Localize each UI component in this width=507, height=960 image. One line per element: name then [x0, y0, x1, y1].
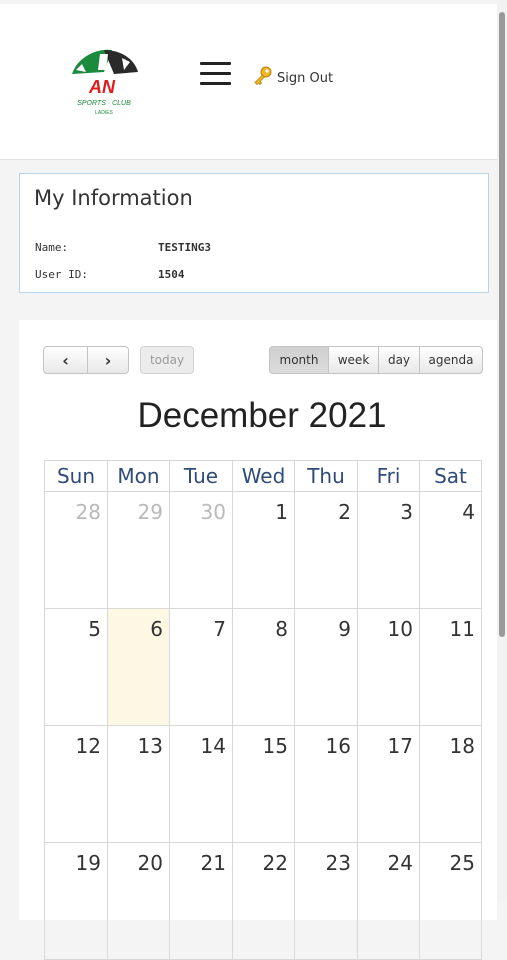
- day-number: 4: [462, 500, 475, 524]
- sign-out-label: Sign Out: [277, 71, 334, 86]
- my-information-panel: My Information Name: TESTING3 User ID: 1…: [19, 173, 489, 293]
- chevron-right-icon: ›: [104, 350, 112, 370]
- day-number: 11: [449, 617, 475, 641]
- name-value: TESTING3: [158, 241, 211, 254]
- day-cell[interactable]: 3: [357, 492, 419, 609]
- day-number: 7: [213, 617, 226, 641]
- day-cell-today[interactable]: 6: [107, 609, 169, 726]
- day-cell[interactable]: 24: [357, 843, 419, 960]
- day-cell[interactable]: 25: [419, 843, 482, 960]
- day-number: 13: [137, 734, 163, 758]
- day-cell[interactable]: 12: [44, 726, 107, 843]
- day-number: 3: [400, 500, 413, 524]
- dow-sun: Sun: [44, 460, 107, 492]
- chevron-left-icon: ‹: [62, 350, 69, 370]
- week-row: 28 29 30 1 2 3 4: [44, 492, 483, 609]
- day-number: 22: [262, 851, 288, 875]
- day-number: 18: [449, 734, 475, 758]
- logo-caption: LADIES: [95, 110, 113, 116]
- day-number: 20: [137, 851, 163, 875]
- day-number: 14: [200, 734, 226, 758]
- day-cell[interactable]: 14: [169, 726, 232, 843]
- scrollbar[interactable]: [497, 0, 507, 900]
- day-cell[interactable]: 1: [232, 492, 294, 609]
- panel-title: My Information: [34, 186, 193, 210]
- day-cell[interactable]: 5: [44, 609, 107, 726]
- day-cell[interactable]: 13: [107, 726, 169, 843]
- club-logo[interactable]: AN SPORTS · CLUB LADIES: [64, 44, 144, 118]
- day-number: 6: [150, 617, 163, 641]
- day-number: 30: [200, 500, 226, 524]
- day-cell[interactable]: 9: [294, 609, 357, 726]
- day-cell[interactable]: 4: [419, 492, 482, 609]
- dow-thu: Thu: [294, 460, 357, 492]
- day-cell[interactable]: 28: [44, 492, 107, 609]
- day-number: 8: [275, 617, 288, 641]
- name-label: Name:: [35, 241, 69, 254]
- menu-hamburger-icon[interactable]: [200, 62, 232, 86]
- calendar-grid: Sun Mon Tue Wed Thu Fri Sat 28 29 30 1 2…: [44, 460, 483, 960]
- view-day-button[interactable]: day: [378, 346, 420, 374]
- week-row: 5 6 7 8 9 10 11: [44, 609, 483, 726]
- user-id-value: 1504: [158, 268, 185, 281]
- view-week-button[interactable]: week: [328, 346, 379, 374]
- day-number: 17: [387, 734, 413, 758]
- week-row: 19 20 21 22 23 24 25: [44, 843, 483, 960]
- day-cell[interactable]: 10: [357, 609, 419, 726]
- day-cell[interactable]: 20: [107, 843, 169, 960]
- day-number: 21: [200, 851, 226, 875]
- day-number: 16: [325, 734, 351, 758]
- day-number: 25: [449, 851, 475, 875]
- day-number: 15: [262, 734, 288, 758]
- day-cell[interactable]: 17: [357, 726, 419, 843]
- day-number: 2: [338, 500, 351, 524]
- day-number: 10: [387, 617, 413, 641]
- day-of-week-header: Sun Mon Tue Wed Thu Fri Sat: [44, 460, 483, 492]
- header: AN SPORTS · CLUB LADIES Sign Out: [0, 4, 497, 160]
- day-cell[interactable]: 2: [294, 492, 357, 609]
- key-icon: [254, 66, 272, 86]
- sign-out-link[interactable]: Sign Out: [252, 64, 333, 88]
- day-cell[interactable]: 11: [419, 609, 482, 726]
- logo-text: AN: [88, 77, 116, 97]
- day-number: 12: [75, 734, 101, 758]
- day-number: 9: [338, 617, 351, 641]
- today-button[interactable]: today: [140, 346, 194, 374]
- dow-fri: Fri: [357, 460, 419, 492]
- day-number: 1: [275, 500, 288, 524]
- week-row: 12 13 14 15 16 17 18: [44, 726, 483, 843]
- day-cell[interactable]: 30: [169, 492, 232, 609]
- dow-wed: Wed: [232, 460, 294, 492]
- day-cell[interactable]: 18: [419, 726, 482, 843]
- dow-mon: Mon: [107, 460, 169, 492]
- view-month-button[interactable]: month: [269, 346, 329, 374]
- day-number: 5: [88, 617, 101, 641]
- day-cell[interactable]: 15: [232, 726, 294, 843]
- prev-month-button[interactable]: ‹: [43, 346, 88, 374]
- calendar: ‹ › today month week day agenda December…: [19, 320, 497, 960]
- day-cell[interactable]: 8: [232, 609, 294, 726]
- day-cell[interactable]: 7: [169, 609, 232, 726]
- user-id-label: User ID:: [35, 268, 88, 281]
- day-number: 23: [325, 851, 351, 875]
- calendar-title: December 2021: [137, 396, 387, 435]
- day-number: 24: [387, 851, 413, 875]
- view-agenda-button[interactable]: agenda: [419, 346, 483, 374]
- day-number: 19: [75, 851, 101, 875]
- logo-subtext: SPORTS · CLUB: [77, 100, 131, 107]
- day-cell[interactable]: 29: [107, 492, 169, 609]
- dow-tue: Tue: [169, 460, 232, 492]
- day-number: 29: [137, 500, 163, 524]
- day-cell[interactable]: 19: [44, 843, 107, 960]
- next-month-button[interactable]: ›: [87, 346, 129, 374]
- day-number: 28: [75, 500, 101, 524]
- day-cell[interactable]: 23: [294, 843, 357, 960]
- day-cell[interactable]: 16: [294, 726, 357, 843]
- dow-sat: Sat: [419, 460, 482, 492]
- scrollbar-thumb[interactable]: [499, 12, 505, 637]
- day-cell[interactable]: 21: [169, 843, 232, 960]
- day-cell[interactable]: 22: [232, 843, 294, 960]
